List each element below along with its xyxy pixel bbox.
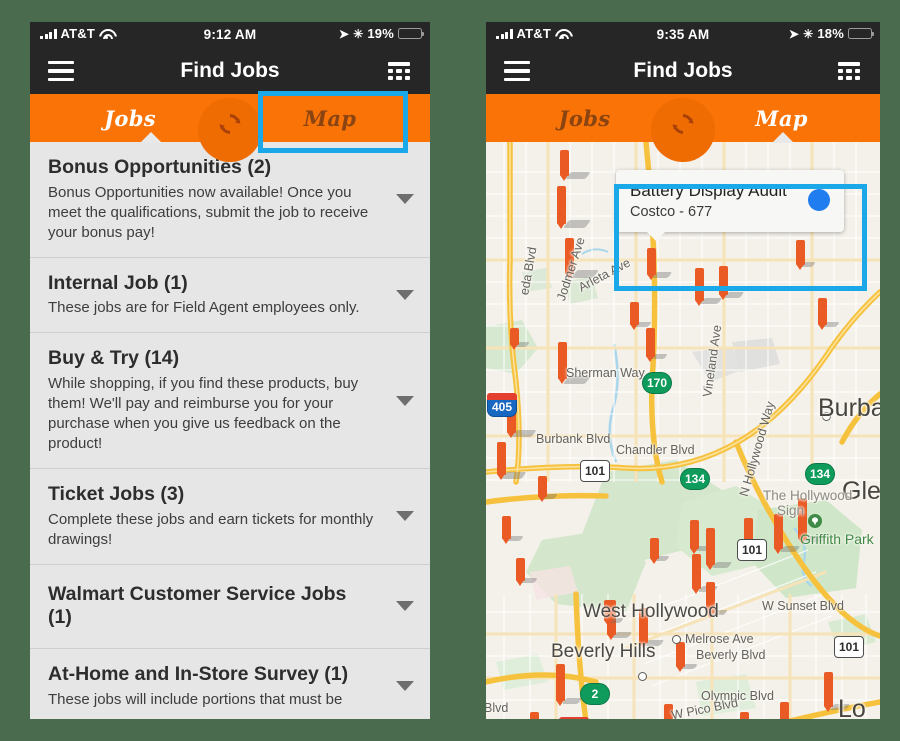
chevron-down-icon[interactable] xyxy=(396,511,414,522)
battery-icon xyxy=(398,28,424,39)
status-bar-left: AT&T 9:12 AM ➤ ✳ 19% xyxy=(30,22,430,48)
status-bar-right: AT&T 9:35 AM ➤ ✳ 18% xyxy=(486,22,880,48)
callout-job-location: Costco - 677 xyxy=(630,203,713,220)
chevron-down-icon[interactable] xyxy=(396,194,414,205)
job-category-desc: These jobs are for Field Agent employees… xyxy=(48,299,360,317)
battery-icon xyxy=(848,28,874,39)
grid-menu-icon[interactable] xyxy=(836,62,862,80)
hamburger-menu-icon[interactable] xyxy=(48,61,74,81)
callout-text-group: Battery Display Audit Costco - 677 xyxy=(630,181,792,220)
route-shield-2: 2 xyxy=(580,683,610,705)
route-shield-405: 405 xyxy=(487,393,517,417)
refresh-sync-glyph xyxy=(672,114,694,134)
battery-percent-label: 18% xyxy=(817,26,844,41)
screenshot-stage: AT&T 9:12 AM ➤ ✳ 19% Find Jobs Jobs Map xyxy=(0,0,900,741)
map-job-callout[interactable]: Battery Display Audit Costco - 677 xyxy=(616,170,844,241)
route-shield-101: 101 xyxy=(580,460,610,482)
location-arrow-icon: ➤ xyxy=(338,26,350,41)
grid-menu-icon[interactable] xyxy=(386,62,412,80)
jobs-list[interactable]: Bonus Opportunities (2) Bonus Opportunit… xyxy=(30,142,430,719)
map-canvas[interactable]: Burbank Glen West Hollywood Beverly Hill… xyxy=(486,142,880,719)
list-item[interactable]: Internal Job (1) These jobs are for Fiel… xyxy=(30,257,430,334)
active-tab-pointer xyxy=(772,132,794,143)
refresh-sync-icon[interactable] xyxy=(198,98,262,162)
job-category-desc: These jobs will include portions that mu… xyxy=(48,690,343,708)
job-category-title: Buy & Try (14) xyxy=(48,347,180,370)
route-shield-101c: 101 xyxy=(834,636,864,658)
page-title: Find Jobs xyxy=(180,59,280,82)
list-item[interactable]: Walmart Customer Service Jobs (1) xyxy=(30,564,430,650)
job-category-title: Walmart Customer Service Jobs (1) xyxy=(48,582,347,629)
status-bar-right-group: ➤ ✳ 18% xyxy=(788,26,874,41)
route-shield-405c: 405 xyxy=(559,717,589,719)
location-arrow-icon: ➤ xyxy=(788,26,800,41)
phone-right-map-view: AT&T 9:35 AM ➤ ✳ 18% Find Jobs Jobs Map xyxy=(486,22,880,719)
page-title: Find Jobs xyxy=(633,59,733,82)
job-category-title: Ticket Jobs (3) xyxy=(48,482,185,505)
list-item[interactable]: At-Home and In-Store Survey (1) These jo… xyxy=(30,649,430,719)
list-item[interactable]: Buy & Try (14) While shopping, if you fi… xyxy=(30,333,430,469)
chevron-down-icon[interactable] xyxy=(396,601,414,612)
chevron-down-icon[interactable] xyxy=(396,289,414,300)
bluetooth-icon: ✳ xyxy=(353,26,364,41)
callout-detail-dot-icon[interactable] xyxy=(808,189,830,212)
job-category-title: At-Home and In-Store Survey (1) xyxy=(48,663,349,686)
list-item[interactable]: Ticket Jobs (3) Complete these jobs and … xyxy=(30,468,430,565)
tab-bar-right: Jobs Map xyxy=(486,94,880,162)
callout-job-title: Battery Display Audit xyxy=(630,181,787,200)
battery-percent-label: 19% xyxy=(367,26,394,41)
job-category-desc: Complete these jobs and earn tickets for… xyxy=(48,510,374,548)
chevron-down-icon[interactable] xyxy=(396,681,414,692)
hamburger-menu-icon[interactable] xyxy=(504,61,530,81)
bluetooth-icon: ✳ xyxy=(803,26,814,41)
phone-left-jobs-list: AT&T 9:12 AM ➤ ✳ 19% Find Jobs Jobs Map xyxy=(30,22,430,719)
route-shield-101b: 101 xyxy=(737,539,767,561)
refresh-sync-glyph xyxy=(219,114,241,134)
refresh-sync-icon[interactable] xyxy=(651,98,715,162)
job-category-title: Internal Job (1) xyxy=(48,271,188,294)
status-bar-right-group: ➤ ✳ 19% xyxy=(338,26,424,41)
route-shield-170: 170 xyxy=(642,372,672,394)
active-tab-pointer xyxy=(140,132,162,143)
park-tree-icon xyxy=(808,514,822,528)
route-shield-134b: 134 xyxy=(805,463,835,485)
tab-bar-left: Jobs Map xyxy=(30,94,430,162)
nav-bar-left: Find Jobs xyxy=(30,48,430,94)
job-category-desc: While shopping, if you find these produc… xyxy=(48,375,359,452)
chevron-down-icon[interactable] xyxy=(396,395,414,406)
nav-bar-right: Find Jobs xyxy=(486,48,880,94)
job-category-desc: Bonus Opportunities now available! Once … xyxy=(48,183,369,241)
route-shield-134: 134 xyxy=(680,468,710,490)
